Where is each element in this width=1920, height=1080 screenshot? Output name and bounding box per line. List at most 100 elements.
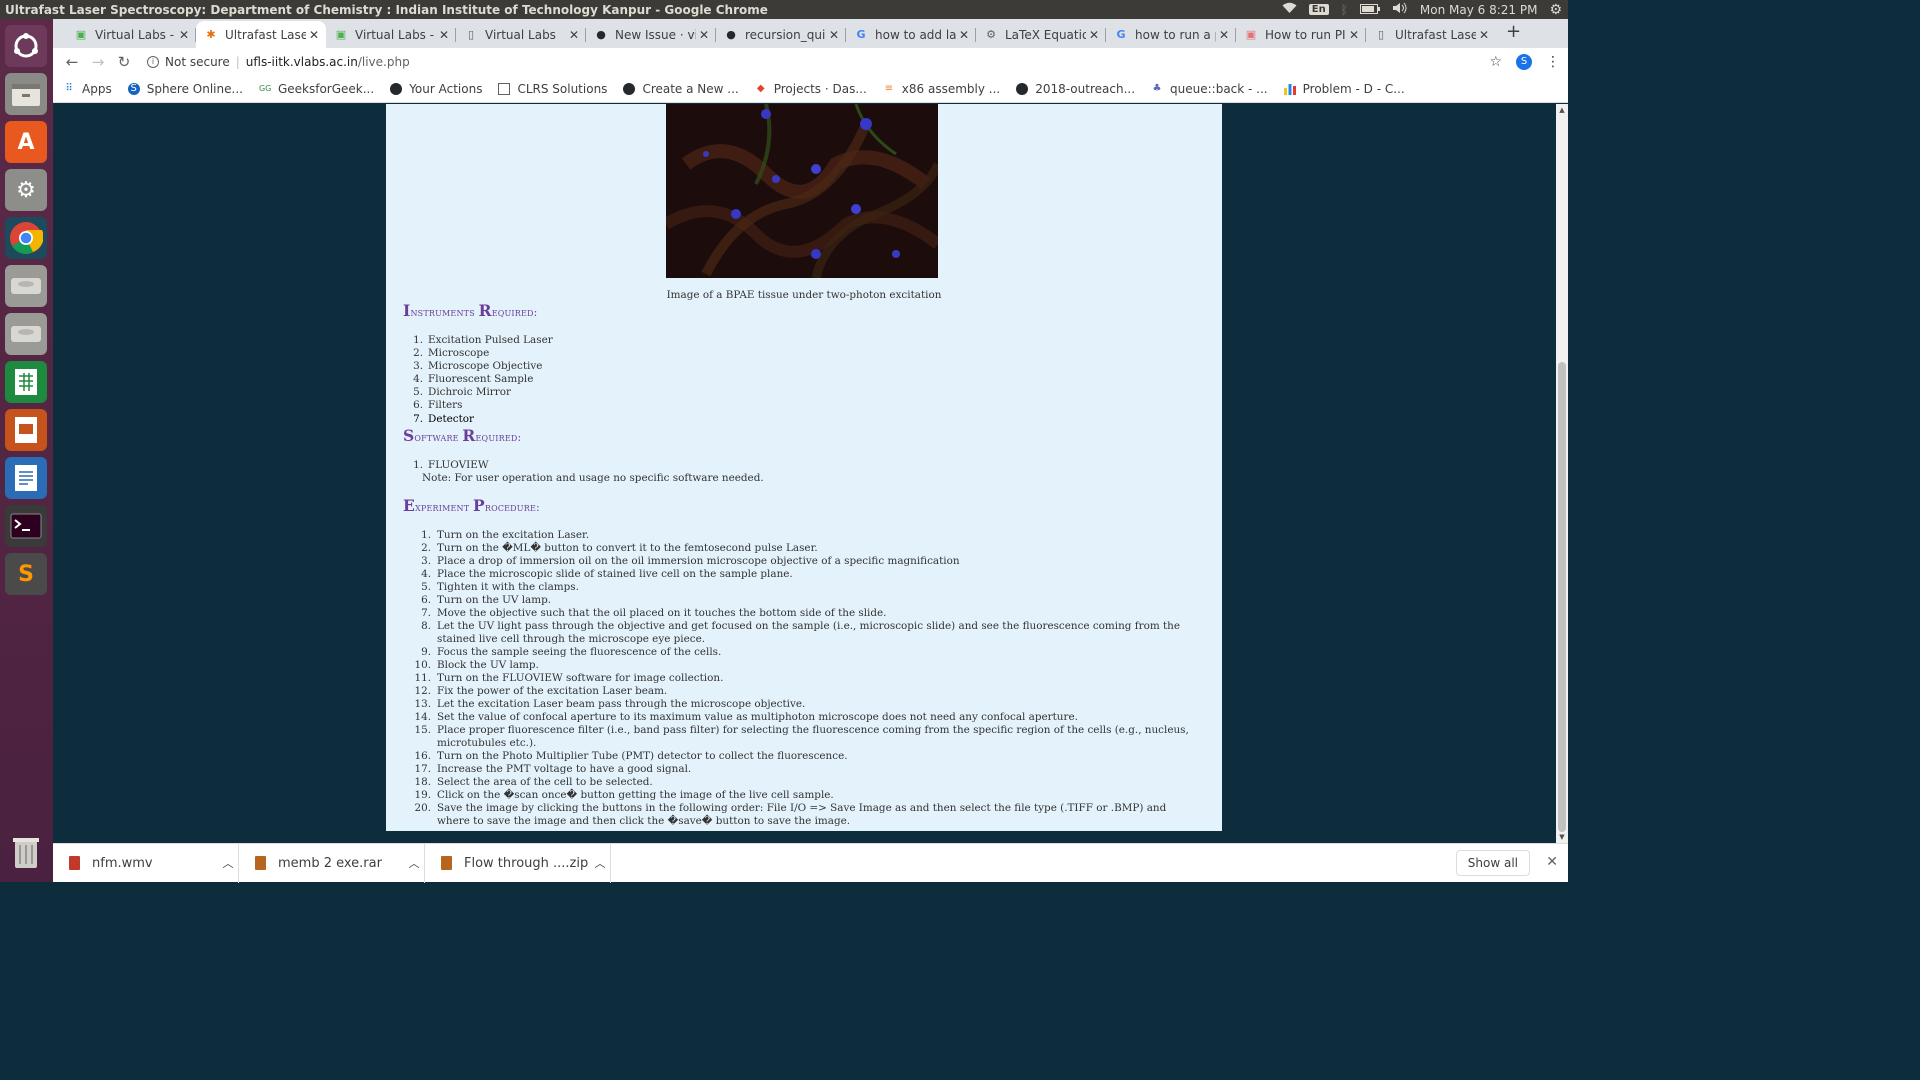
software-center-icon[interactable]: A <box>5 121 47 163</box>
profile-avatar[interactable]: S <box>1516 54 1532 70</box>
page-scrollbar[interactable]: ▲ ▼ <box>1556 104 1568 843</box>
list-item: 3. Microscope Objective <box>413 360 543 373</box>
sublime-text-icon[interactable]: S <box>5 553 47 595</box>
chevron-up-icon[interactable]: ︿ <box>404 855 424 871</box>
tab-virtual-labs-1[interactable]: ▣ Virtual Labs - ✕ <box>66 21 196 48</box>
github-icon <box>390 83 403 95</box>
apps-grid-icon: ⠿ <box>65 83 73 94</box>
settings-gear-icon[interactable]: ⚙ <box>1549 2 1562 18</box>
software-note: Note: For user operation and usage no sp… <box>422 472 764 484</box>
disk-drive-icon[interactable] <box>5 265 47 307</box>
tab-ultrafast-laser-active[interactable]: ✱ Ultrafast Laser ✕ <box>196 21 326 48</box>
reload-icon[interactable]: ↻ <box>111 53 137 71</box>
close-tab-icon[interactable]: ✕ <box>1086 28 1102 42</box>
scroll-down-arrow-icon[interactable]: ▼ <box>1556 833 1568 841</box>
menu-kebab-icon[interactable]: ⋮ <box>1546 54 1560 70</box>
close-tab-icon[interactable]: ✕ <box>436 28 452 42</box>
list-item: 19. Click on the �scan once� button getti… <box>414 789 834 801</box>
terminal-icon[interactable] <box>5 505 47 547</box>
tab-new-issue[interactable]: ● New Issue · vir ✕ <box>586 21 716 48</box>
url-path: /live.php <box>357 55 410 69</box>
address-bar[interactable]: i Not secure | ufls-iitk.vlabs.ac.in/liv… <box>147 55 410 69</box>
archive-file-icon <box>441 856 452 870</box>
page-viewport: Image of a BPAE tissue under two-photon … <box>53 104 1556 843</box>
chevron-up-icon[interactable]: ︿ <box>218 855 238 871</box>
list-item: 6. Turn on the UV lamp. <box>421 594 552 606</box>
tab-how-to-run[interactable]: G how to run a p ✕ <box>1106 21 1236 48</box>
page-icon <box>498 83 511 95</box>
list-item: 3. Place a drop of immersion oil on the o… <box>421 555 960 567</box>
wifi-icon[interactable] <box>1282 2 1297 17</box>
system-settings-icon[interactable]: ⚙ <box>5 169 47 211</box>
info-icon[interactable]: i <box>147 56 159 68</box>
main-content: Image of a BPAE tissue under two-photon … <box>386 104 1222 831</box>
bookmark-star-icon[interactable]: ☆ <box>1489 54 1502 70</box>
scroll-up-arrow-icon[interactable]: ▲ <box>1556 106 1568 114</box>
page-favicon: ▯ <box>467 27 475 41</box>
tab-recursion[interactable]: ● recursion_qui ✕ <box>716 21 846 48</box>
chrome-icon[interactable] <box>5 217 47 259</box>
virtual-labs-favicon: ▣ <box>335 27 347 41</box>
bookmark-sphere-online[interactable]: S Sphere Online... <box>127 82 243 96</box>
close-tab-icon[interactable]: ✕ <box>956 28 972 42</box>
volume-icon[interactable] <box>1392 2 1408 17</box>
gfg-icon: GG <box>258 84 272 93</box>
close-tab-icon[interactable]: ✕ <box>306 28 322 42</box>
clock[interactable]: Mon May 6 8:21 PM <box>1420 3 1538 17</box>
bookmark-2018-outreach[interactable]: 2018-outreach... <box>1016 82 1135 96</box>
security-indicator[interactable]: Not secure <box>165 55 230 69</box>
bookmark-projects-dashboard[interactable]: ◆ Projects · Das... <box>755 82 867 96</box>
tab-how-to-run-pi[interactable]: ▣ How to run PI ✕ <box>1236 21 1366 48</box>
bookmark-create-new[interactable]: Create a New ... <box>623 82 739 96</box>
bookmark-your-actions[interactable]: Your Actions <box>390 82 482 96</box>
bookmark-problem-d[interactable]: Problem - D - C... <box>1283 82 1405 96</box>
close-tab-icon[interactable]: ✕ <box>1346 28 1362 42</box>
codeforces-icon <box>1283 83 1296 95</box>
tab-virtual-labs-2[interactable]: ▣ Virtual Labs - ✕ <box>326 21 456 48</box>
forward-arrow-icon[interactable]: → <box>85 53 111 71</box>
close-downloads-icon[interactable]: ✕ <box>1546 854 1558 870</box>
instruments-list: 1. Excitation Pulsed Laser 2. Microscope 3… <box>403 334 553 426</box>
bookmark-geeksforgeeks[interactable]: GG GeeksforGeek... <box>259 82 374 96</box>
close-tab-icon[interactable]: ✕ <box>696 28 712 42</box>
download-item[interactable]: Flow through ....zip ︿ <box>425 843 611 883</box>
close-tab-icon[interactable]: ✕ <box>826 28 842 42</box>
libreoffice-writer-icon[interactable] <box>5 457 47 499</box>
bookmark-x86-assembly[interactable]: ≡ x86 assembly ... <box>883 82 1001 96</box>
tab-latex-equation[interactable]: ⚙ LaTeX Equatio ✕ <box>976 21 1106 48</box>
tab-virtual-labs-3[interactable]: ▯ Virtual Labs ✕ <box>456 21 586 48</box>
back-arrow-icon[interactable]: ← <box>59 53 85 71</box>
bluetooth-icon[interactable]: ᛒ <box>1341 3 1348 17</box>
tab-how-to-add[interactable]: G how to add la ✕ <box>846 21 976 48</box>
close-tab-icon[interactable]: ✕ <box>1476 28 1492 42</box>
github-favicon: ● <box>596 27 606 41</box>
trash-icon[interactable] <box>5 831 47 873</box>
page-favicon: ▯ <box>1377 27 1385 41</box>
list-item: 1. Turn on the excitation Laser. <box>421 529 590 541</box>
libreoffice-calc-icon[interactable] <box>5 361 47 403</box>
files-icon[interactable] <box>5 73 47 115</box>
bookmark-clrs-solutions[interactable]: CLRS Solutions <box>498 82 607 96</box>
disk-drive-icon-2[interactable] <box>5 313 47 355</box>
download-item[interactable]: nfm.wmv ︿ <box>53 843 239 883</box>
battery-icon[interactable] <box>1359 3 1380 17</box>
bookmark-apps[interactable]: ⠿ Apps <box>63 82 111 96</box>
chevron-up-icon[interactable]: ︿ <box>590 855 610 871</box>
show-all-downloads-button[interactable]: Show all <box>1455 850 1530 876</box>
scrollbar-thumb[interactable] <box>1558 362 1566 832</box>
keyboard-language-indicator[interactable]: En <box>1308 4 1329 15</box>
tab-ultrafast-laser-2[interactable]: ▯ Ultrafast Laser ✕ <box>1366 21 1496 48</box>
close-tab-icon[interactable]: ✕ <box>176 28 192 42</box>
list-item: 4. Fluorescent Sample <box>413 373 534 386</box>
close-tab-icon[interactable]: ✕ <box>566 28 582 42</box>
list-item: 5. Dichroic Mirror <box>413 386 511 399</box>
bookmark-queue-back[interactable]: ♣ queue::back - ... <box>1151 82 1268 96</box>
ubuntu-dash-icon[interactable] <box>5 25 47 67</box>
tab-strip: ▣ Virtual Labs - ✕ ✱ Ultrafast Laser ✕ ▣… <box>53 19 1568 48</box>
new-tab-plus-icon[interactable]: + <box>1506 21 1521 42</box>
libreoffice-impress-icon[interactable] <box>5 409 47 451</box>
close-tab-icon[interactable]: ✕ <box>1216 28 1232 42</box>
download-item[interactable]: memb 2 exe.rar ︿ <box>239 843 425 883</box>
ubuntu-launcher: A ⚙ S <box>0 19 53 882</box>
list-item: 13. Let the excitation Laser beam pass th… <box>414 698 806 710</box>
